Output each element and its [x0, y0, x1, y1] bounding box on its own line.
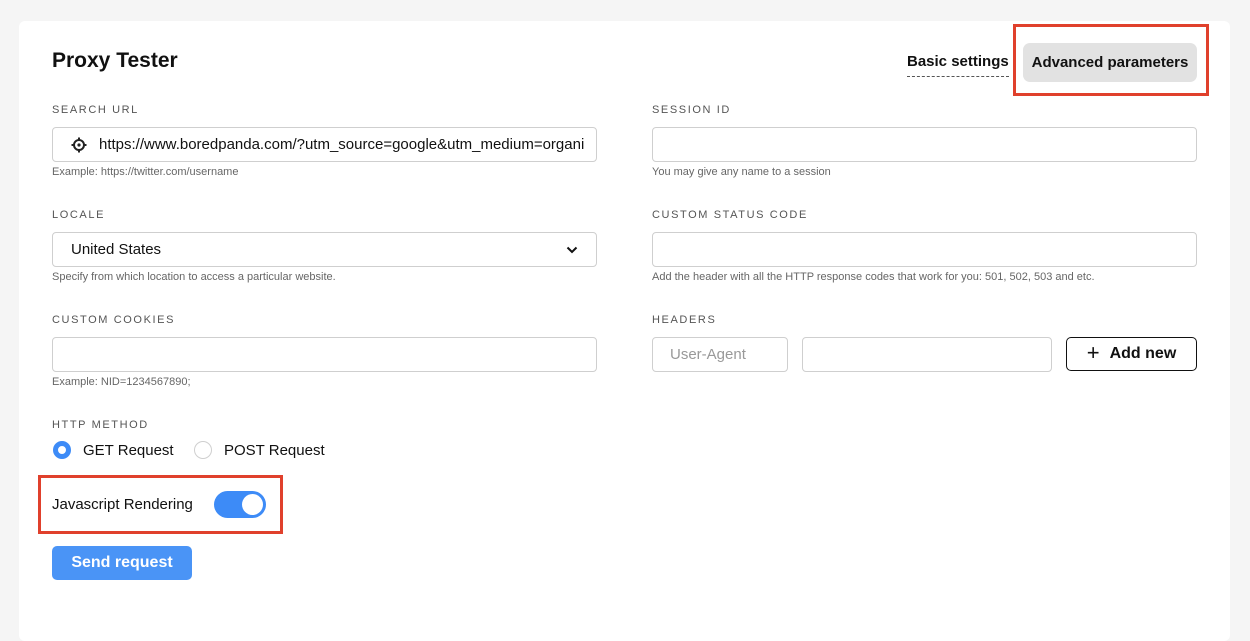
locale-hint: Specify from which location to access a … — [52, 271, 336, 283]
session-id-label: SESSION ID — [652, 104, 731, 116]
radio-post-request[interactable]: POST Request — [194, 441, 325, 459]
custom-cookies-input[interactable] — [53, 338, 596, 371]
header-name-input[interactable] — [653, 338, 787, 371]
chevron-down-icon — [566, 246, 578, 253]
radio-button-checked[interactable] — [53, 441, 71, 459]
send-request-button[interactable]: Send request — [52, 546, 192, 580]
custom-status-code-hint: Add the header with all the HTTP respons… — [652, 271, 1095, 283]
highlight-box-advanced — [1013, 24, 1209, 96]
radio-post-label: POST Request — [224, 441, 325, 459]
search-url-input[interactable] — [53, 128, 596, 161]
tab-basic-settings[interactable]: Basic settings — [907, 53, 1009, 77]
custom-status-code-label: CUSTOM STATUS CODE — [652, 209, 808, 221]
session-id-field — [652, 127, 1197, 162]
headers-label: HEADERS — [652, 314, 717, 326]
search-url-field — [52, 127, 597, 162]
custom-status-code-input[interactable] — [653, 233, 1196, 266]
toggle-knob — [242, 494, 263, 515]
header-name-field — [652, 337, 788, 372]
crosshair-icon — [71, 137, 87, 153]
search-url-label: SEARCH URL — [52, 104, 139, 116]
radio-get-label: GET Request — [83, 441, 174, 459]
custom-status-code-field — [652, 232, 1197, 267]
locale-select[interactable]: United States — [52, 232, 597, 267]
radio-button-unchecked[interactable] — [194, 441, 212, 459]
header-value-field — [802, 337, 1052, 372]
page-title: Proxy Tester — [52, 49, 178, 72]
custom-cookies-label: CUSTOM COOKIES — [52, 314, 176, 326]
radio-get-request[interactable]: GET Request — [53, 441, 174, 459]
add-header-label: Add new — [1109, 345, 1177, 362]
session-id-hint: You may give any name to a session — [652, 166, 831, 178]
custom-cookies-hint: Example: NID=1234567890; — [52, 376, 191, 388]
js-rendering-toggle[interactable] — [214, 491, 266, 518]
locale-selected-value: United States — [71, 241, 162, 258]
form-card — [19, 21, 1230, 641]
search-url-hint: Example: https://twitter.com/username — [52, 166, 239, 178]
header-value-input[interactable] — [803, 338, 1051, 371]
plus-icon: + — [1086, 340, 1100, 365]
session-id-input[interactable] — [653, 128, 1196, 161]
custom-cookies-field — [52, 337, 597, 372]
js-rendering-label: Javascript Rendering — [52, 496, 193, 513]
http-method-label: HTTP METHOD — [52, 419, 149, 431]
add-header-button[interactable]: + Add new — [1066, 337, 1197, 371]
locale-label: LOCALE — [52, 209, 106, 221]
